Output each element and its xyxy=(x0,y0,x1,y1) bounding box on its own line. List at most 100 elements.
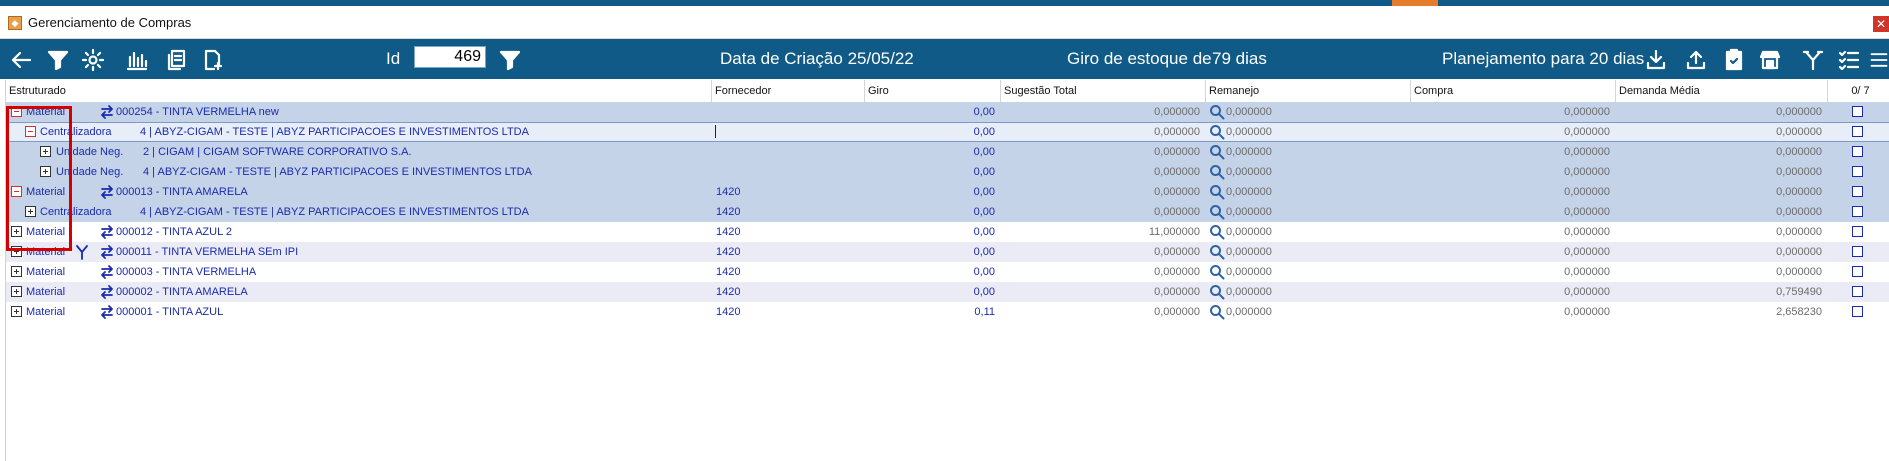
swap-icon[interactable] xyxy=(99,264,115,280)
row-checkbox[interactable] xyxy=(1852,226,1863,237)
row-code: 4 | ABYZ-CIGAM - TESTE | ABYZ PARTICIPAC… xyxy=(140,206,529,218)
table-row[interactable]: Material 000003 - TINTA VERMELHA 1420 0,00 0… xyxy=(6,262,1889,282)
row-checkbox[interactable] xyxy=(1852,206,1863,217)
col-fornecedor[interactable]: Fornecedor xyxy=(711,80,864,102)
expand-icon[interactable] xyxy=(11,226,22,237)
clipboard-check-icon[interactable] xyxy=(1721,47,1747,73)
fornecedor-cell: 1420 xyxy=(716,186,741,198)
shop-icon[interactable] xyxy=(1757,47,1783,73)
fork-icon[interactable] xyxy=(1800,47,1826,73)
menu-icon[interactable] xyxy=(1869,47,1889,73)
search-icon[interactable] xyxy=(1209,224,1225,240)
collapse-icon[interactable] xyxy=(25,126,36,137)
row-checkbox[interactable] xyxy=(1852,246,1863,257)
row-type: Material xyxy=(26,306,66,318)
checklist-icon[interactable] xyxy=(1836,47,1862,73)
swap-icon[interactable] xyxy=(99,104,115,120)
row-checkbox[interactable] xyxy=(1852,186,1863,197)
swap-icon[interactable] xyxy=(99,184,115,200)
search-icon[interactable] xyxy=(1209,124,1225,140)
expand-icon[interactable] xyxy=(40,166,51,177)
filter-icon[interactable] xyxy=(45,47,71,73)
app-logo-icon: ◆ xyxy=(8,16,22,30)
gear-icon[interactable] xyxy=(80,47,106,73)
demanda-cell: 0,000000 xyxy=(1776,246,1822,258)
expand-icon[interactable] xyxy=(11,246,22,257)
table-row[interactable]: Centralizadora 4 | ABYZ-CIGAM - TESTE | A… xyxy=(6,122,1889,142)
id-input[interactable] xyxy=(414,46,486,68)
expand-icon[interactable] xyxy=(11,266,22,277)
row-checkbox[interactable] xyxy=(1852,126,1863,137)
collapse-icon[interactable] xyxy=(11,186,22,197)
row-type: Unidade Neg. xyxy=(56,146,124,158)
sugestao-cell: 11,000000 xyxy=(1148,226,1200,238)
col-remanejo[interactable]: Remanejo xyxy=(1205,80,1410,102)
fork-icon[interactable] xyxy=(74,244,90,260)
swap-icon[interactable] xyxy=(99,224,115,240)
giro-cell: 0,00 xyxy=(973,106,995,118)
row-checkbox[interactable] xyxy=(1852,286,1863,297)
sugestao-cell: 0,000000 xyxy=(1154,246,1200,258)
table-row[interactable]: Material 000254 - TINTA VERMELHA new 0,00 0… xyxy=(6,102,1889,122)
row-checkbox[interactable] xyxy=(1852,166,1863,177)
compra-cell: 0,000000 xyxy=(1564,306,1610,318)
demanda-cell: 0,000000 xyxy=(1776,106,1822,118)
search-icon[interactable] xyxy=(1209,284,1225,300)
search-icon[interactable] xyxy=(1209,304,1225,320)
table-row[interactable]: Material 000001 - TINTA AZUL 1420 0,11 0,000… xyxy=(6,302,1889,322)
row-type: Material xyxy=(26,286,66,298)
row-checkbox[interactable] xyxy=(1852,266,1863,277)
search-icon[interactable] xyxy=(1209,244,1225,260)
col-giro[interactable]: Giro xyxy=(864,80,1000,102)
id-filter-icon[interactable] xyxy=(497,47,523,73)
expand-icon[interactable] xyxy=(25,206,36,217)
sugestao-cell: 0,000000 xyxy=(1154,146,1200,158)
row-checkbox[interactable] xyxy=(1852,106,1863,117)
table-row[interactable]: Unidade Neg. 4 | ABYZ-CIGAM - TESTE | ABY… xyxy=(6,162,1889,182)
row-code: 000254 - TINTA VERMELHA new xyxy=(116,106,279,118)
search-icon[interactable] xyxy=(1209,144,1225,160)
sugestao-cell: 0,000000 xyxy=(1154,186,1200,198)
remanejo-cell: 0,000000 xyxy=(1226,246,1272,258)
window-title: Gerenciamento de Compras xyxy=(28,15,192,30)
download-icon[interactable] xyxy=(1643,47,1669,73)
col-compra[interactable]: Compra xyxy=(1410,80,1615,102)
search-icon[interactable] xyxy=(1209,184,1225,200)
swap-icon[interactable] xyxy=(99,244,115,260)
collapse-icon[interactable] xyxy=(11,106,22,117)
bar-chart-icon[interactable] xyxy=(124,47,150,73)
row-type: Material xyxy=(26,226,66,238)
expand-icon[interactable] xyxy=(11,306,22,317)
expand-icon[interactable] xyxy=(40,146,51,157)
table-row[interactable]: Material 000013 - TINTA AMARELA 1420 0,00 0,… xyxy=(6,182,1889,202)
back-arrow-icon[interactable] xyxy=(8,47,34,73)
giro-cell: 0,00 xyxy=(973,266,995,278)
row-checkbox[interactable] xyxy=(1852,306,1863,317)
swap-icon[interactable] xyxy=(99,284,115,300)
demanda-cell: 0,000000 xyxy=(1776,226,1822,238)
search-icon[interactable] xyxy=(1209,204,1225,220)
upload-icon[interactable] xyxy=(1683,47,1709,73)
table-row[interactable]: Centralizadora 4 | ABYZ-CIGAM - TESTE | A… xyxy=(6,202,1889,222)
table-row[interactable]: Unidade Neg. 2 | CIGAM | CIGAM SOFTWARE C… xyxy=(6,142,1889,162)
search-icon[interactable] xyxy=(1209,264,1225,280)
row-checkbox[interactable] xyxy=(1852,146,1863,157)
table-row[interactable]: Material 000011 - TINTA VERMELHA SEm IPI 1… xyxy=(6,242,1889,262)
stock-turn-value: 79 dias xyxy=(1212,49,1267,68)
sugestao-cell: 0,000000 xyxy=(1154,126,1200,138)
fornecedor-cell: 1420 xyxy=(716,226,741,238)
expand-icon[interactable] xyxy=(11,286,22,297)
table-row[interactable]: Material 000002 - TINTA AMARELA 1420 0,00 0,… xyxy=(6,282,1889,302)
row-code: 000012 - TINTA AZUL 2 xyxy=(116,226,232,238)
col-demanda-media[interactable]: Demanda Média xyxy=(1615,80,1827,102)
close-icon[interactable]: ✕ xyxy=(1873,16,1889,32)
new-document-icon[interactable] xyxy=(199,47,225,73)
col-estruturado[interactable]: Estruturado xyxy=(6,80,711,102)
search-icon[interactable] xyxy=(1209,164,1225,180)
col-sugestao-total[interactable]: Sugestão Total xyxy=(1000,80,1205,102)
swap-icon[interactable] xyxy=(99,304,115,320)
table-row[interactable]: Material 000012 - TINTA AZUL 2 1420 0,00 11,… xyxy=(6,222,1889,242)
search-icon[interactable] xyxy=(1209,104,1225,120)
sugestao-cell: 0,000000 xyxy=(1154,286,1200,298)
copy-icon[interactable] xyxy=(163,47,189,73)
